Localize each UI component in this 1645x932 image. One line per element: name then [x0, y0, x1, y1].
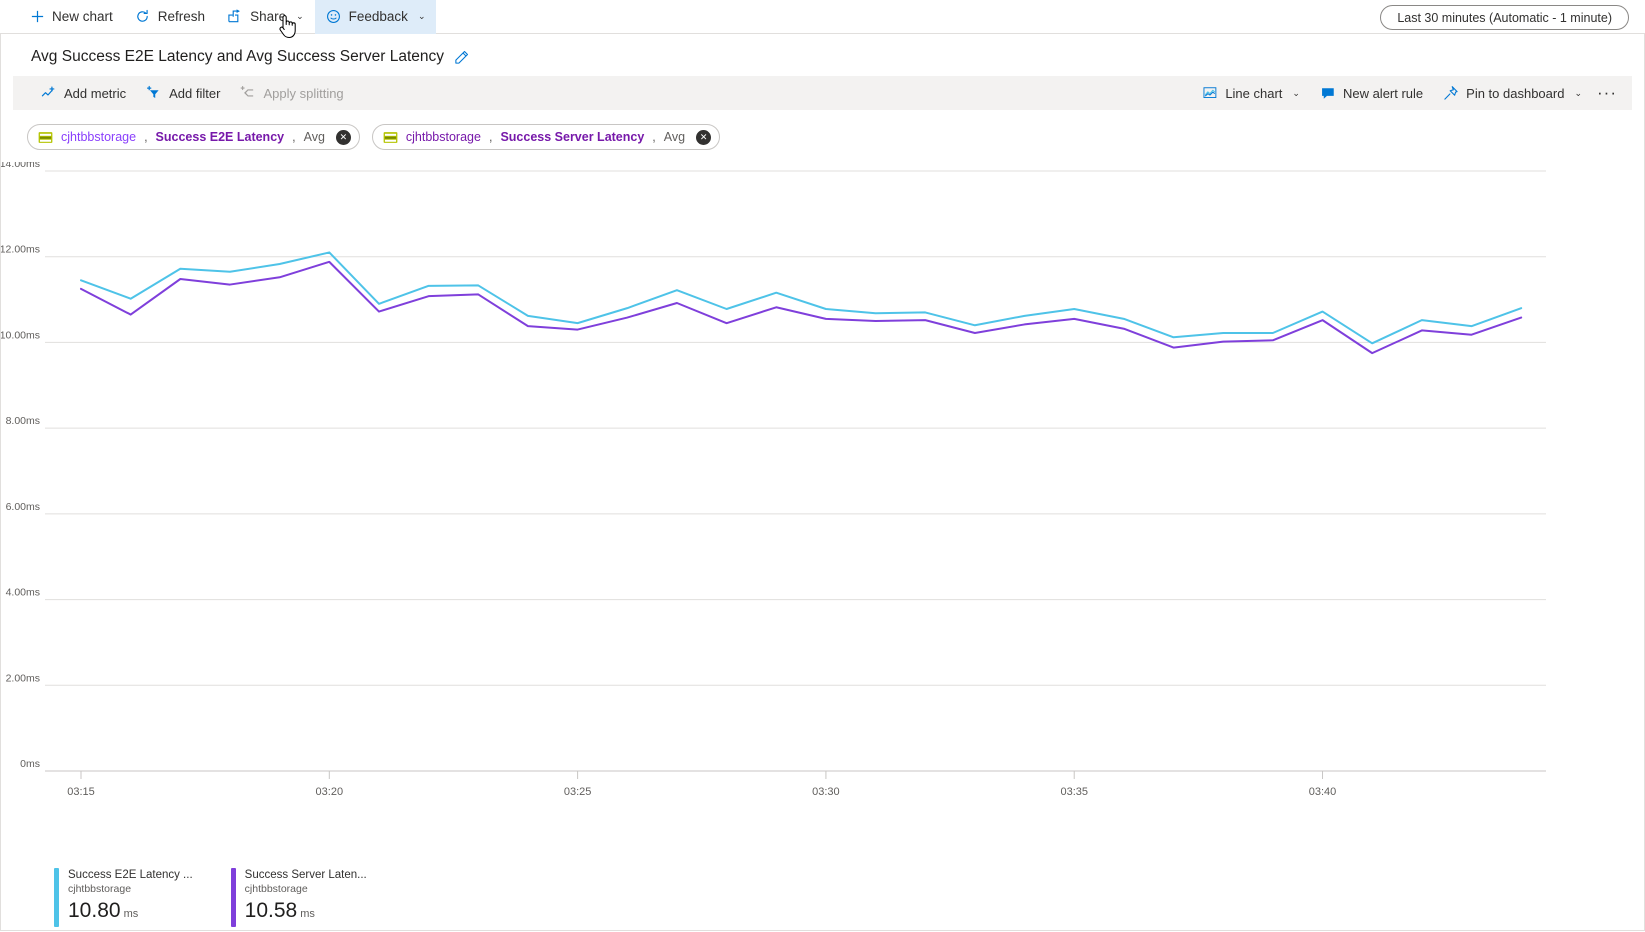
metric-chip-metric: Success E2E Latency	[156, 130, 285, 144]
apply-splitting-label: Apply splitting	[263, 86, 343, 101]
refresh-label: Refresh	[158, 9, 205, 24]
more-options-button[interactable]: ···	[1592, 78, 1622, 108]
smiley-icon	[326, 9, 342, 25]
time-range-label: Last 30 minutes (Automatic - 1 minute)	[1397, 11, 1612, 25]
refresh-button[interactable]: Refresh	[124, 0, 216, 34]
chevron-down-icon: ⌄	[1292, 88, 1300, 99]
legend-series-value-row: 10.80ms	[68, 898, 193, 927]
metric-chip-success-server-latency[interactable]: cjhtbbstorage, Success Server Latency, A…	[372, 124, 720, 150]
add-metric-icon	[41, 85, 57, 101]
new-alert-rule-label: New alert rule	[1343, 86, 1423, 101]
legend-item-success-e2e-latency[interactable]: Success E2E Latency ... cjhtbbstorage 10…	[54, 868, 193, 927]
add-filter-button[interactable]: Add filter	[136, 78, 230, 108]
y-axis-tick-label: 10.00ms	[1, 329, 40, 341]
series-line-success-e2e-latency	[81, 252, 1521, 343]
x-axis-tick-label: 03:40	[1309, 786, 1337, 798]
pencil-icon[interactable]	[454, 50, 469, 65]
chart-type-button[interactable]: Line chart ⌄	[1192, 78, 1310, 108]
chart-card: Avg Success E2E Latency and Avg Success …	[0, 34, 1645, 931]
storage-account-icon	[383, 131, 398, 144]
pin-icon	[1443, 85, 1459, 101]
metric-chip-success-e2e-latency[interactable]: cjhtbbstorage, Success E2E Latency, Avg …	[27, 124, 360, 150]
plus-icon	[29, 9, 45, 25]
metric-chip-list: cjhtbbstorage, Success E2E Latency, Avg …	[1, 110, 1644, 150]
metric-chip-aggregation: Avg	[664, 130, 685, 144]
legend-series-value-row: 10.58ms	[245, 898, 367, 927]
chart-toolbar: Add metric Add filter Apply splitting	[13, 76, 1632, 110]
metric-chip-sep: ,	[489, 130, 492, 144]
chevron-down-icon: ⌄	[418, 11, 426, 22]
command-bar: New chart Refresh Share ⌄	[0, 0, 1645, 34]
legend-color-swatch	[231, 868, 236, 927]
chart-type-label: Line chart	[1225, 86, 1282, 101]
time-range-picker[interactable]: Last 30 minutes (Automatic - 1 minute)	[1380, 5, 1629, 30]
y-axis-tick-label: 6.00ms	[6, 501, 40, 513]
legend-series-unit: ms	[124, 908, 139, 920]
share-label: Share	[250, 9, 286, 24]
legend-series-name: Success Server Laten...	[245, 868, 367, 882]
apply-splitting-icon	[240, 85, 256, 101]
series-line-success-server-latency	[81, 262, 1521, 353]
add-metric-button[interactable]: Add metric	[31, 78, 136, 108]
metric-chip-metric: Success Server Latency	[500, 130, 644, 144]
feedback-label: Feedback	[349, 9, 408, 24]
pin-to-dashboard-label: Pin to dashboard	[1466, 86, 1564, 101]
y-axis-tick-label: 0ms	[20, 758, 40, 770]
legend-series-value: 10.80	[68, 899, 121, 922]
pin-to-dashboard-button[interactable]: Pin to dashboard ⌄	[1433, 78, 1592, 108]
close-icon[interactable]: ✕	[696, 130, 711, 145]
chevron-down-icon: ⌄	[1574, 88, 1582, 99]
metric-chip-aggregation: Avg	[304, 130, 325, 144]
share-icon	[227, 9, 243, 25]
share-button[interactable]: Share ⌄	[216, 0, 315, 34]
y-axis-tick-label: 2.00ms	[6, 672, 40, 684]
legend-color-swatch	[54, 868, 59, 927]
add-filter-icon	[146, 85, 162, 101]
feedback-button[interactable]: Feedback ⌄	[315, 0, 437, 34]
close-icon[interactable]: ✕	[336, 130, 351, 145]
x-axis-tick-label: 03:35	[1060, 786, 1088, 798]
legend-series-name: Success E2E Latency ...	[68, 868, 193, 882]
x-axis-tick-label: 03:30	[812, 786, 840, 798]
refresh-icon	[135, 9, 151, 25]
storage-account-icon	[38, 131, 53, 144]
line-chart-icon	[1202, 85, 1218, 101]
add-filter-label: Add filter	[169, 86, 220, 101]
legend-series-resource: cjhtbbstorage	[245, 882, 367, 896]
y-axis-tick-label: 4.00ms	[6, 587, 40, 599]
new-chart-button[interactable]: New chart	[18, 0, 124, 34]
legend-series-resource: cjhtbbstorage	[68, 882, 193, 896]
chart-legend: Success E2E Latency ... cjhtbbstorage 10…	[1, 868, 1644, 927]
chevron-down-icon: ⌄	[296, 11, 304, 22]
line-chart-svg: 14.00ms 12.00ms 10.00ms 8.00ms 6.00ms 4.00ms 2…	[1, 162, 1611, 862]
legend-item-success-server-latency[interactable]: Success Server Laten... cjhtbbstorage 10…	[231, 868, 367, 927]
new-chart-label: New chart	[52, 9, 113, 24]
page-title: Avg Success E2E Latency and Avg Success …	[31, 48, 444, 66]
chart-title-row: Avg Success E2E Latency and Avg Success …	[1, 34, 1644, 76]
legend-series-unit: ms	[300, 908, 315, 920]
new-alert-rule-button[interactable]: New alert rule	[1310, 78, 1433, 108]
metric-chip-sep2: ,	[292, 130, 295, 144]
x-axis-tick-label: 03:25	[564, 786, 592, 798]
metric-chip-sep: ,	[144, 130, 147, 144]
metric-chip-resource: cjhtbbstorage	[406, 130, 481, 144]
y-axis-tick-label: 12.00ms	[1, 244, 40, 256]
apply-splitting-button[interactable]: Apply splitting	[230, 78, 353, 108]
legend-series-value: 10.58	[245, 899, 298, 922]
chart-plot-area[interactable]: 14.00ms 12.00ms 10.00ms 8.00ms 6.00ms 4.00ms 2…	[1, 162, 1644, 862]
chart-toolbar-right: Line chart ⌄ New alert rule	[1192, 78, 1622, 108]
y-axis-tick-label: 8.00ms	[6, 415, 40, 427]
metric-chip-resource: cjhtbbstorage	[61, 130, 136, 144]
y-axis-tick-label: 14.00ms	[1, 162, 40, 170]
alert-icon	[1320, 85, 1336, 101]
x-axis-tick-label: 03:15	[67, 786, 95, 798]
metric-chip-sep2: ,	[652, 130, 655, 144]
add-metric-label: Add metric	[64, 86, 126, 101]
x-axis-tick-label: 03:20	[316, 786, 344, 798]
